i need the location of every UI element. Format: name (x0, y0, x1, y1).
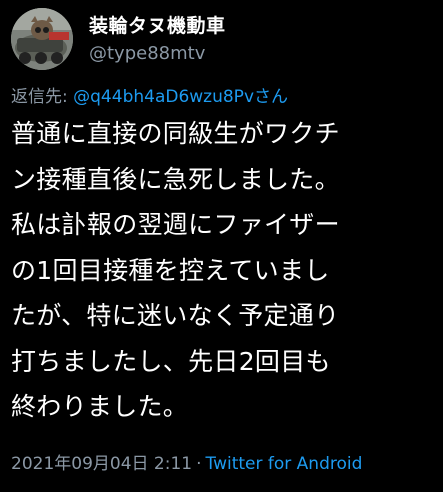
reply-to-line: 返信先: @q44bh4aD6wzu8Pvさん (11, 86, 288, 108)
tweet-body-line: 終わりました。 (11, 392, 189, 421)
tweet-body-line: 普通に直接の同級生がワクチ (11, 119, 340, 148)
display-name[interactable]: 装輪タヌ機動車 (89, 14, 226, 38)
avatar[interactable] (11, 8, 73, 70)
reply-target-link[interactable]: @q44bh4aD6wzu8Pvさん (73, 87, 288, 107)
tweet-body-line: の1回目接種を控えていまし (11, 255, 330, 285)
reply-prefix: 返信先: (11, 87, 74, 107)
tweet-body-line: たが、特に迷いなく予定通り (11, 301, 340, 330)
tweet: 装輪タヌ機動車 @type88mtv 返信先: @q44bh4aD6wzu8Pv… (0, 0, 443, 492)
tweet-source-link[interactable]: Twitter for Android (206, 454, 363, 474)
tweet-body-line: ン接種直後に急死しました。 (11, 164, 340, 194)
tweet-timestamp[interactable]: 2021年09月04日 2:11 (11, 454, 192, 474)
tweet-body: 普通に直接の同級生がワクチ ン接種直後に急死しました。 私は訃報の翌週にファイザ… (11, 111, 439, 430)
tweet-header: 装輪タヌ機動車 @type88mtv (11, 8, 226, 70)
avatar-image (11, 8, 73, 70)
meta-separator: · (196, 454, 202, 474)
tweet-body-line: 私は訃報の翌週にファイザー (11, 210, 340, 239)
tweet-meta: 2021年09月04日 2:11 · Twitter for Android (11, 453, 362, 475)
user-handle[interactable]: @type88mtv (89, 43, 226, 65)
tweet-body-line: 打ちましたし、先日2回目も (11, 346, 331, 376)
user-names: 装輪タヌ機動車 @type88mtv (89, 14, 226, 65)
